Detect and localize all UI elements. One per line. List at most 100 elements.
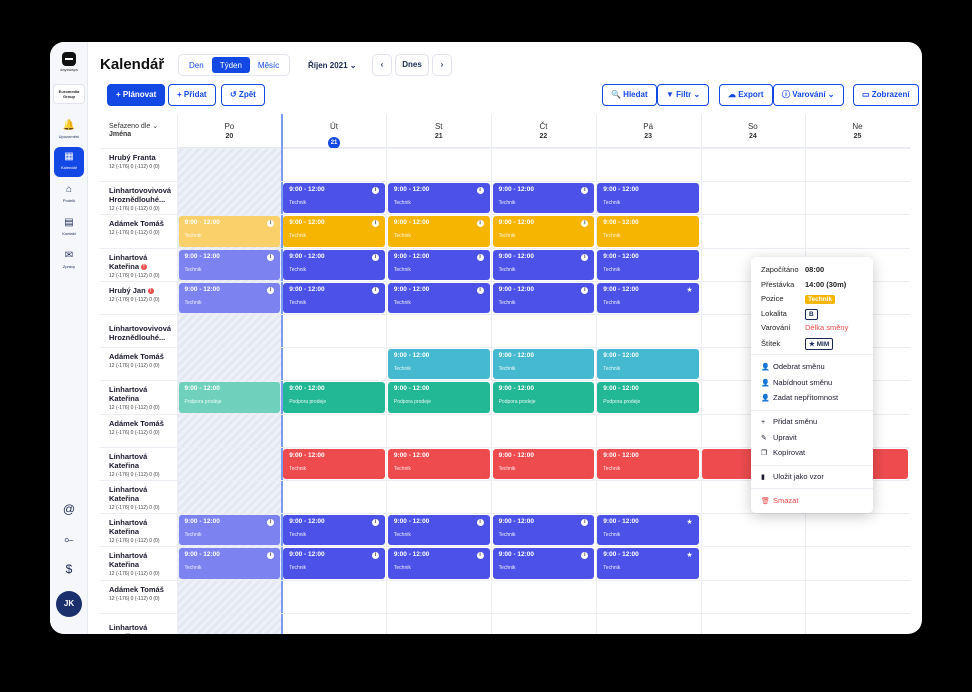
- export-button[interactable]: ☁ Export: [719, 84, 773, 106]
- app-logo[interactable]: dayswaps: [58, 52, 80, 72]
- menu-item-plus[interactable]: + Přidat směnu: [761, 417, 817, 426]
- employee-row-label[interactable]: Hrubý Jan! 12 (-176) 0 (-112) 0 (0): [109, 286, 179, 303]
- filter-button[interactable]: ▼ Filtr ⌄: [657, 84, 710, 106]
- employee-row-label[interactable]: Adámek Tomáš 12 (-176) 0 (-112) 0 (0): [109, 352, 179, 369]
- user-avatar[interactable]: JK: [56, 591, 82, 617]
- menu-item-bookmark[interactable]: ▮ Uložit jako vzor: [761, 472, 824, 481]
- sidebar-item-kalendář[interactable]: ▦ Kalendář: [54, 147, 84, 177]
- view-tab-týden[interactable]: Týden: [211, 57, 250, 73]
- sidebar-item-zprávy[interactable]: ✉ Zprávy: [54, 246, 84, 276]
- undo-button[interactable]: ↺ Zpět: [221, 84, 265, 106]
- shift-block[interactable]: 9:00 - 12:00 Technik i: [178, 548, 281, 579]
- shift-block[interactable]: 9:00 - 12:00 Technik i: [283, 282, 385, 313]
- today-button[interactable]: Dnes: [395, 54, 429, 76]
- employee-row-label[interactable]: Linhartová Kateřina 12 (-176) 0 (-112) 0 …: [109, 485, 179, 511]
- shift-block[interactable]: 9:00 - 12:00 Podpora prodeje: [387, 382, 490, 413]
- shift-block[interactable]: 9:00 - 12:00 Technik i: [387, 282, 490, 313]
- warnings-button[interactable]: ⓘ Varování ⌄: [773, 84, 844, 106]
- employee-row-label[interactable]: Linhartová Kateřina 12 (-176) 0 (-112) 0 …: [109, 452, 179, 478]
- shift-block[interactable]: 9:00 - 12:00 Technik i: [283, 216, 385, 247]
- employee-name: Hrubý Jan!: [109, 286, 179, 295]
- shift-block[interactable]: 9:00 - 12:00 Technik i: [178, 282, 281, 313]
- shift-block[interactable]: 9:00 - 12:00 Technik i: [283, 548, 385, 579]
- sidebar-item-kontakt[interactable]: ▤ Kontakt: [54, 213, 84, 243]
- menu-item-delete[interactable]: 🗑 Smazat: [761, 496, 798, 505]
- shift-block[interactable]: 9:00 - 12:00 Technik i: [387, 515, 490, 546]
- employee-row-label[interactable]: Adámek Tomáš 12 (-176) 0 (-112) 0 (0): [109, 585, 179, 602]
- shift-block[interactable]: 9:00 - 12:00 Technik i: [283, 515, 385, 546]
- shift-block[interactable]: 9:00 - 12:00 Podpora prodeje: [283, 382, 385, 413]
- employee-row-label[interactable]: Linhartová Kateřina 12 (-176) 0 (-112) 0 …: [109, 385, 179, 411]
- shift-block[interactable]: 9:00 - 12:00 Technik i: [492, 548, 595, 579]
- plan-button[interactable]: + Plánovat: [107, 84, 166, 106]
- employee-row-label[interactable]: Adámek Tomáš 12 (-176) 0 (-112) 0 (0): [109, 219, 179, 236]
- shift-block[interactable]: 9:00 - 12:00 Technik: [597, 249, 699, 280]
- menu-item-user-offer[interactable]: 👤 Nabídnout směnu: [761, 378, 832, 387]
- employee-row-label[interactable]: Linhartová Kateřina 12 (-176) 0 (-112) 0 …: [109, 551, 179, 577]
- shift-block[interactable]: 9:00 - 12:00 Technik i: [492, 183, 595, 214]
- shift-block[interactable]: 9:00 - 12:00 Technik: [492, 448, 595, 479]
- day-header-ne[interactable]: Ne 25: [805, 114, 910, 148]
- shift-block[interactable]: 9:00 - 12:00 Technik: [283, 448, 385, 479]
- shift-block[interactable]: 9:00 - 12:00 Technik i: [492, 216, 595, 247]
- shift-block[interactable]: 9:00 - 12:00 Technik i: [283, 183, 385, 214]
- menu-item-user-minus[interactable]: 👤 Odebrat směnu: [761, 362, 825, 371]
- at-icon[interactable]: @: [54, 502, 84, 516]
- shift-block[interactable]: 9:00 - 12:00 Technik i: [387, 216, 490, 247]
- shift-block[interactable]: 9:00 - 12:00 Podpora prodeje: [597, 382, 699, 413]
- employee-row-label[interactable]: Linhartová Kateřina: [109, 623, 179, 634]
- shift-block[interactable]: 9:00 - 12:00 Technik i: [387, 548, 490, 579]
- employee-row-label[interactable]: Hrubý Franta 12 (-176) 0 (-112) 0 (0): [109, 153, 179, 170]
- menu-item-user-absence[interactable]: 👤 Zadat nepřítomnost: [761, 393, 838, 402]
- menu-item-edit[interactable]: ✎ Upravit: [761, 433, 797, 442]
- shift-block[interactable]: 9:00 - 12:00 Technik i: [178, 515, 281, 546]
- shift-block[interactable]: 9:00 - 12:00 Technik: [597, 448, 699, 479]
- shift-block[interactable]: 9:00 - 12:00 Technik i: [387, 183, 490, 214]
- shift-block[interactable]: 9:00 - 12:00 Technik: [387, 448, 490, 479]
- shift-block[interactable]: 9:00 - 12:00 Technik ★: [597, 515, 699, 546]
- menu-item-copy[interactable]: ❐ Kopírovat: [761, 448, 805, 457]
- employee-row-label[interactable]: Linhartovovivová Hroznědlouhé...: [109, 324, 179, 342]
- sort-selector[interactable]: Seřazeno dle ⌄ Jména: [109, 122, 158, 138]
- shift-block[interactable]: 9:00 - 12:00 Technik i: [178, 216, 281, 247]
- shift-block[interactable]: 9:00 - 12:00 Technik: [492, 349, 595, 380]
- day-header-st[interactable]: St 21: [386, 114, 492, 148]
- shift-block[interactable]: 9:00 - 12:00 Podpora prodeje: [178, 382, 281, 413]
- employee-row-label[interactable]: Linhartová Kateřina! 12 (-176) 0 (-112) 0…: [109, 253, 179, 279]
- dollar-icon[interactable]: $: [54, 562, 84, 576]
- shift-block[interactable]: 9:00 - 12:00 Technik: [597, 216, 699, 247]
- display-button[interactable]: ▭ Zobrazení: [853, 84, 919, 106]
- shift-position: Technik: [498, 532, 516, 539]
- sidebar-item-upozornění[interactable]: 🔔 Upozornění: [54, 116, 84, 146]
- shift-block[interactable]: 9:00 - 12:00 Technik i: [492, 249, 595, 280]
- shift-block[interactable]: 9:00 - 12:00 Technik i: [283, 249, 385, 280]
- prev-week-button[interactable]: ‹: [372, 54, 392, 76]
- month-selector[interactable]: Říjen 2021 ⌄: [308, 61, 357, 70]
- next-week-button[interactable]: ›: [432, 54, 452, 76]
- shift-block[interactable]: 9:00 - 12:00 Technik i: [387, 249, 490, 280]
- employee-row-label[interactable]: Linhartová Kateřina 12 (-176) 0 (-112) 0 …: [109, 518, 179, 544]
- add-button[interactable]: + Přidat: [168, 84, 216, 106]
- organization-switcher[interactable]: Euromedia Group: [53, 84, 85, 104]
- employee-row-label[interactable]: Linhartovovivová Hroznědlouhé... 12 (-176…: [109, 186, 179, 212]
- day-header-út[interactable]: Út 21: [281, 114, 387, 149]
- shift-block[interactable]: 9:00 - 12:00 Technik: [597, 349, 699, 380]
- shift-block[interactable]: 9:00 - 12:00 Technik: [387, 349, 490, 380]
- shift-block[interactable]: 9:00 - 12:00 Technik ★: [597, 548, 699, 579]
- shift-block[interactable]: 9:00 - 12:00 Podpora prodeje: [492, 382, 595, 413]
- plug-icon[interactable]: ⟜: [54, 532, 84, 547]
- day-header-čt[interactable]: Čt 22: [491, 114, 596, 148]
- day-header-so[interactable]: So 24: [700, 114, 806, 148]
- shift-block[interactable]: 9:00 - 12:00 Technik: [597, 183, 699, 214]
- day-header-pá[interactable]: Pá 23: [595, 114, 701, 148]
- shift-block[interactable]: 9:00 - 12:00 Technik ★: [597, 282, 699, 313]
- employee-row-label[interactable]: Adámek Tomáš 12 (-176) 0 (-112) 0 (0): [109, 419, 179, 436]
- search-button[interactable]: 🔍 Hledat: [602, 84, 657, 106]
- view-tab-měsíc[interactable]: Měsíc: [250, 57, 287, 73]
- shift-block[interactable]: 9:00 - 12:00 Technik i: [492, 515, 595, 546]
- shift-block[interactable]: 9:00 - 12:00 Technik i: [492, 282, 595, 313]
- sidebar-item-podnik[interactable]: ⌂ Podnik: [54, 180, 84, 210]
- day-header-po[interactable]: Po 20: [177, 114, 282, 148]
- view-tab-den[interactable]: Den: [181, 57, 212, 73]
- shift-block[interactable]: 9:00 - 12:00 Technik i: [178, 249, 281, 280]
